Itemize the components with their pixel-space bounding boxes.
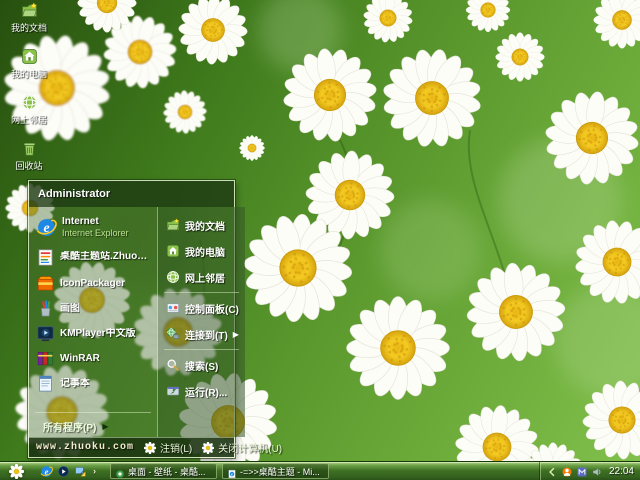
- desktop-icon-column: 我的文档 我的电脑 网上邻居 回收站: [0, 2, 58, 186]
- task-button-label: -=>>桌酷主题 - Mi...: [240, 466, 320, 477]
- media-player-icon[interactable]: [57, 465, 70, 478]
- menu-item-my-documents[interactable]: 我的文档: [158, 212, 245, 238]
- menu-item-internet[interactable]: e Internet Internet Explorer: [29, 211, 157, 243]
- network-places-icon: [166, 270, 180, 284]
- all-programs-button[interactable]: 所有程序(P) ▶: [29, 415, 157, 437]
- log-off-label: 注销(L): [160, 444, 193, 455]
- paint-icon: [36, 299, 55, 318]
- run-icon: [166, 384, 180, 398]
- submenu-arrow-icon: ▶: [232, 329, 239, 339]
- desktop-icon-network-places[interactable]: 网上邻居: [0, 94, 58, 140]
- menu-item-iconpackager[interactable]: IconPackager: [29, 271, 157, 296]
- start-menu-body: e Internet Internet Explorer 桌酷主题站.ZhuoK…: [29, 207, 245, 437]
- taskbar: e › 桌面 - 壁纸 - 桌酷... e -=>>桌酷主题 - Mi... 2…: [0, 461, 640, 480]
- start-menu-right-column: 我的文档 我的电脑 网上邻居 控制面板(C) 连接到(T) ▶ 搜索(S) 运行…: [158, 207, 245, 437]
- menu-item-sublabel: Internet Explorer: [62, 227, 129, 238]
- menu-item-label: 连接到(T): [185, 330, 228, 342]
- divider: [164, 349, 239, 350]
- menu-item-notepad[interactable]: 记事本: [29, 371, 157, 396]
- menu-item-label: 我的电脑: [185, 247, 225, 259]
- menu-item-connect-to[interactable]: 连接到(T) ▶: [158, 321, 245, 347]
- menu-item-zhuoku[interactable]: 桌酷主题站.ZhuoKu.Com: [29, 243, 157, 271]
- start-menu-footer: www.zhuoku.com 注销(L) 关闭计算机(U): [29, 437, 282, 457]
- menu-item-label: 桌酷主题站.ZhuoKu.Com: [60, 251, 153, 263]
- menu-item-label: WinRAR: [60, 352, 100, 364]
- start-button[interactable]: [0, 462, 32, 480]
- user-name: Administrator: [38, 188, 111, 200]
- clock[interactable]: 22:04: [609, 466, 634, 477]
- my-documents-icon: [21, 2, 38, 19]
- menu-item-kmplayer[interactable]: KMPlayer中文版: [29, 321, 157, 346]
- kmplayer-icon: [36, 324, 55, 343]
- menu-item-label: 画图: [60, 302, 80, 314]
- connect-to-icon: [166, 327, 180, 341]
- task-button-zhuoku-wallpaper[interactable]: 桌面 - 壁纸 - 桌酷...: [110, 463, 217, 479]
- desktop-icon-my-computer[interactable]: 我的电脑: [0, 48, 58, 94]
- divider: [35, 412, 151, 413]
- desktop-icon-label: 网上邻居: [10, 115, 47, 125]
- quick-launch-expand-icon[interactable]: ›: [91, 466, 98, 476]
- menu-item-label: 搜索(S): [185, 361, 219, 373]
- system-tray: 22:04: [539, 462, 640, 480]
- desktop: 我的文档 我的电脑 网上邻居 回收站 Administrator e Inter…: [0, 0, 640, 480]
- iconpackager-icon: [36, 274, 55, 293]
- menu-item-network-places[interactable]: 网上邻居: [158, 264, 245, 290]
- volume-icon[interactable]: [591, 465, 603, 477]
- show-desktop-icon[interactable]: [74, 465, 87, 478]
- desktop-icon-label: 我的文档: [10, 23, 47, 33]
- winrar-icon: [36, 349, 55, 368]
- ie-page-icon: e: [227, 466, 237, 479]
- menu-item-label: 运行(R)...: [185, 387, 228, 399]
- flower-icon: [201, 441, 215, 454]
- my-computer-icon: [166, 244, 180, 258]
- msn-icon[interactable]: [576, 465, 588, 477]
- start-menu: Administrator e Internet Internet Explor…: [28, 180, 282, 458]
- start-menu-user-banner: Administrator: [29, 181, 234, 207]
- flower-icon: [143, 441, 157, 454]
- log-off-button[interactable]: 注销(L): [143, 440, 193, 455]
- divider: [164, 292, 239, 293]
- internet-explorer-icon[interactable]: e: [40, 465, 53, 478]
- menu-item-my-computer[interactable]: 我的电脑: [158, 238, 245, 264]
- menu-item-label: IconPackager: [60, 277, 126, 289]
- network-places-icon: [21, 94, 38, 111]
- all-programs-label: 所有程序(P): [43, 422, 97, 434]
- turn-off-label: 关闭计算机(U): [218, 444, 283, 455]
- submenu-arrow-icon: ▶: [102, 421, 109, 431]
- search-icon: [166, 358, 180, 372]
- desktop-icon-my-documents[interactable]: 我的文档: [0, 2, 58, 48]
- my-computer-icon: [21, 48, 38, 65]
- task-button-label: 桌面 - 壁纸 - 桌酷...: [128, 466, 206, 477]
- menu-item-search[interactable]: 搜索(S): [158, 352, 245, 378]
- notepad-icon: [36, 374, 55, 393]
- zhuoku-watermark: www.zhuoku.com: [36, 442, 135, 453]
- hide-tray-icons-chevron[interactable]: [546, 465, 558, 477]
- menu-item-control-panel[interactable]: 控制面板(C): [158, 295, 245, 321]
- quick-launch-bar: e ›: [32, 465, 102, 478]
- zhuoku-shortcut-icon: [36, 248, 55, 267]
- task-button-area: 桌面 - 壁纸 - 桌酷... e -=>>桌酷主题 - Mi...: [110, 463, 329, 479]
- turn-off-computer-button[interactable]: 关闭计算机(U): [201, 440, 283, 455]
- menu-item-label: KMPlayer中文版: [60, 327, 136, 339]
- menu-item-label: 网上邻居: [185, 273, 225, 285]
- start-flower-icon: [7, 462, 25, 480]
- menu-item-label: 我的文档: [185, 221, 225, 233]
- control-panel-icon: [166, 301, 180, 315]
- menu-item-label: Internet: [62, 216, 99, 228]
- desktop-icon-label: 我的电脑: [10, 69, 47, 79]
- internet-explorer-icon: e: [36, 217, 57, 238]
- qq-icon[interactable]: [561, 465, 573, 477]
- task-button-zhuoku-theme[interactable]: e -=>>桌酷主题 - Mi...: [222, 463, 329, 479]
- recycle-bin-icon: [21, 140, 38, 157]
- menu-item-label: 控制面板(C): [185, 304, 239, 316]
- zhuoku-site-icon: [115, 466, 125, 479]
- start-menu-left-column: e Internet Internet Explorer 桌酷主题站.ZhuoK…: [29, 207, 158, 437]
- menu-item-run[interactable]: 运行(R)...: [158, 378, 245, 404]
- my-documents-icon: [166, 218, 180, 232]
- menu-item-paint[interactable]: 画图: [29, 296, 157, 321]
- svg-text:e: e: [231, 471, 233, 476]
- menu-item-winrar[interactable]: WinRAR: [29, 346, 157, 371]
- menu-item-label: 记事本: [60, 377, 90, 389]
- desktop-icon-label: 回收站: [15, 161, 43, 171]
